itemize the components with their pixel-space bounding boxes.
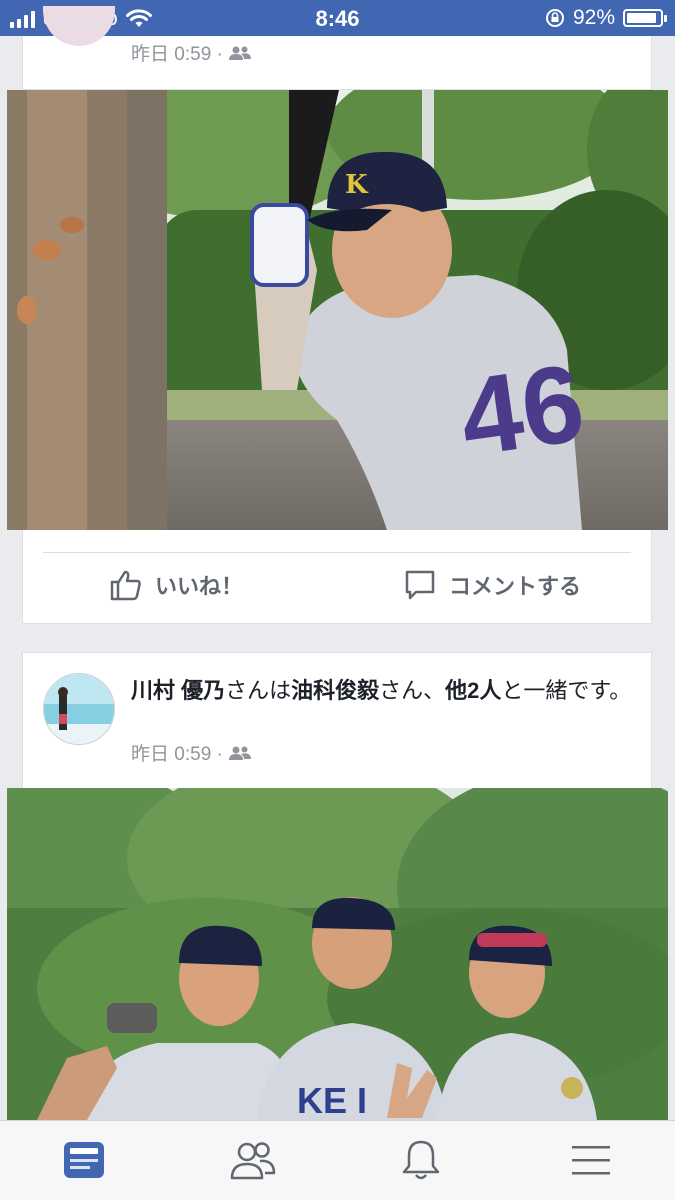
headline-text: と一緒です。 (501, 678, 632, 703)
post-timestamp[interactable]: 昨日 0:59 · (131, 39, 223, 66)
post-photo-batter[interactable]: K 46 (7, 90, 668, 530)
headline-text: さんは (225, 678, 292, 703)
battery-icon (623, 9, 667, 27)
comment-button[interactable]: コメントする (403, 568, 581, 602)
tab-news-feed[interactable] (59, 1135, 109, 1185)
svg-text:K: K (345, 170, 369, 200)
thumbs-up-icon (110, 570, 141, 601)
post-photo-team[interactable]: KE I (7, 788, 668, 1120)
headline-text: さん、 (379, 678, 446, 703)
svg-text:KE I: KE I (297, 1080, 367, 1120)
friends-icon (228, 46, 251, 60)
svg-text:46: 46 (453, 341, 591, 480)
post-timestamp[interactable]: 昨日 0:59 · (131, 739, 223, 766)
tab-menu[interactable] (566, 1135, 616, 1185)
battery-percent: 92% (572, 6, 615, 29)
like-label: いいね！ (155, 574, 244, 599)
rotation-lock-icon (545, 9, 564, 27)
avatar[interactable] (43, 6, 115, 46)
comment-bubble-icon (405, 570, 435, 600)
post-header-1: 昨日 0:59 · (22, 6, 652, 90)
tagged-others[interactable]: 他2人 (445, 678, 501, 703)
like-button[interactable]: いいね！ (109, 568, 243, 602)
post-header-2: 川村 優乃さんは油科俊毅さん、他2人と一緒です。 昨日 0:59 · (22, 652, 652, 792)
menu-icon (572, 1146, 610, 1175)
author-name[interactable]: 川村 優乃 (131, 678, 225, 703)
news-feed-icon (64, 1142, 104, 1178)
avatar[interactable] (43, 673, 115, 745)
divider (43, 552, 631, 553)
tab-notifications[interactable] (396, 1135, 446, 1185)
friends-icon (230, 1142, 276, 1180)
friends-icon (228, 746, 251, 760)
tab-friends[interactable] (228, 1135, 278, 1185)
comment-label: コメントする (449, 574, 582, 599)
notifications-bell-icon (402, 1140, 440, 1180)
post-headline: 川村 優乃さんは油科俊毅さん、他2人と一緒です。 (131, 675, 637, 706)
bottom-tab-bar (0, 1120, 675, 1200)
tagged-person[interactable]: 油科俊毅 (291, 678, 379, 703)
post-actions-bar: いいね！ コメントする (22, 530, 652, 624)
